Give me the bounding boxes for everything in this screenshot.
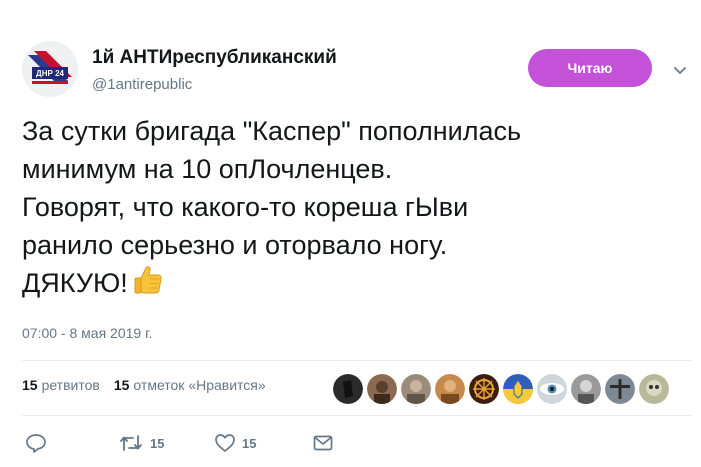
tweet-text-line: минимум на 10 опЛочленцев.: [22, 154, 393, 184]
liker-avatar[interactable]: [401, 374, 431, 404]
tweet-text-last-line: ДЯКУЮ!: [22, 264, 682, 306]
liker-avatar[interactable]: [639, 374, 669, 404]
retweet-button[interactable]: 15: [118, 433, 164, 453]
avatar-image: ДНР 24: [22, 41, 78, 97]
retweets-stat[interactable]: 15 ретвитов: [22, 377, 100, 393]
tweet-card: ДНР 24 1й АНТИреспубликанский @1antirepu…: [0, 0, 701, 467]
author-name[interactable]: 1й АНТИреспубликанский: [92, 47, 337, 69]
reply-icon: [26, 434, 46, 453]
liker-avatar[interactable]: [469, 374, 499, 404]
tweet-text-line: ранило серьезно и оторвало ногу.: [22, 230, 448, 260]
thumbs-up-icon: [132, 264, 164, 306]
heart-icon: [215, 434, 235, 452]
liker-avatar[interactable]: [333, 374, 363, 404]
follow-button[interactable]: Читаю: [528, 49, 652, 87]
retweet-icon: [120, 435, 142, 451]
author-handle[interactable]: @1antirepublic: [92, 76, 192, 93]
like-button[interactable]: 15: [214, 433, 256, 453]
likers-avatars: [333, 374, 669, 404]
divider: [22, 415, 692, 416]
avatar-label: ДНР 24: [36, 69, 64, 78]
divider: [22, 360, 692, 361]
tweet-text-line: Говорят, что какого-то кореша гЫви: [22, 192, 469, 222]
liker-avatar[interactable]: [435, 374, 465, 404]
liker-avatar[interactable]: [605, 374, 635, 404]
retweet-count: 15: [150, 435, 165, 451]
liker-avatar[interactable]: [503, 374, 533, 404]
likes-count: 15: [113, 377, 130, 393]
liker-avatar[interactable]: [571, 374, 601, 404]
tweet-timestamp[interactable]: 07:00 - 8 мая 2019 г.: [22, 325, 152, 341]
tweet-text: За сутки бригада "Каспер" пополнилась ми…: [22, 112, 682, 306]
tweet-stats: 15 ретвитов 15 отметок «Нравится»: [22, 377, 266, 393]
direct-message-button[interactable]: [312, 433, 334, 453]
like-count: 15: [242, 435, 257, 451]
liker-avatar[interactable]: [537, 374, 567, 404]
reply-button[interactable]: [25, 433, 47, 453]
likes-label: отметок «Нравится»: [133, 377, 266, 393]
envelope-icon: [313, 435, 333, 451]
retweets-count: 15: [22, 377, 38, 393]
tweet-text-line: За сутки бригада "Каспер" пополнилась: [22, 116, 522, 146]
liker-avatar[interactable]: [367, 374, 397, 404]
tweet-text-line: ДЯКУЮ!: [22, 268, 128, 298]
likes-stat[interactable]: 15 отметок «Нравится»: [114, 377, 266, 393]
retweets-label: ретвитов: [41, 377, 100, 393]
chevron-down-icon[interactable]: [672, 62, 688, 78]
author-avatar[interactable]: ДНР 24: [22, 41, 78, 97]
